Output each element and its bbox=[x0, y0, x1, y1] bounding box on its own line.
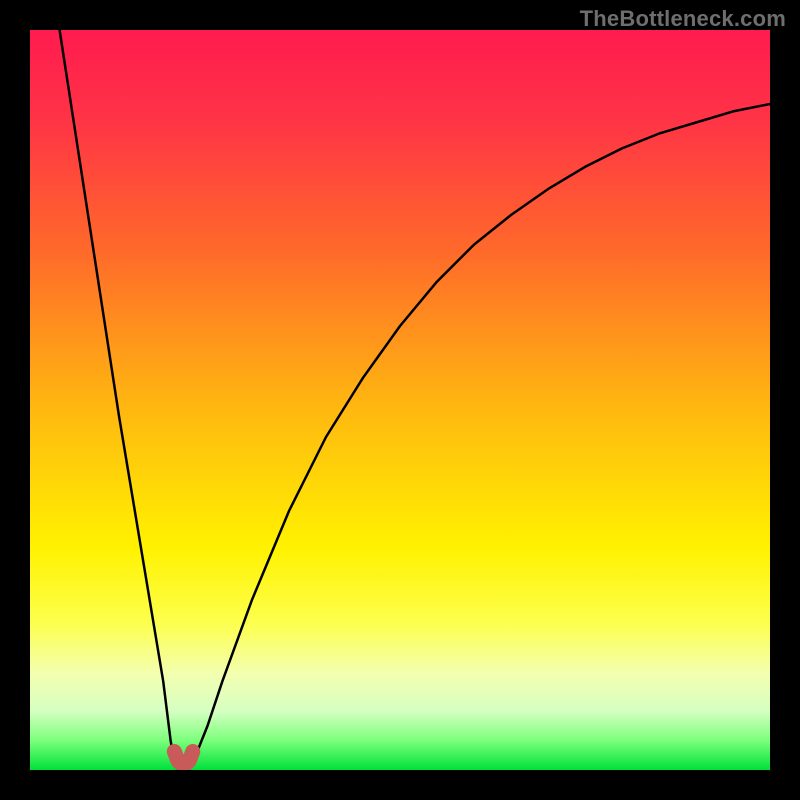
series-left-branch bbox=[60, 30, 175, 763]
chart-frame: TheBottleneck.com bbox=[0, 0, 800, 800]
series-minimum-marker bbox=[174, 752, 193, 765]
series-right-branch bbox=[193, 104, 770, 763]
chart-curves bbox=[30, 30, 770, 770]
plot-area bbox=[30, 30, 770, 770]
watermark-text: TheBottleneck.com bbox=[580, 6, 786, 32]
